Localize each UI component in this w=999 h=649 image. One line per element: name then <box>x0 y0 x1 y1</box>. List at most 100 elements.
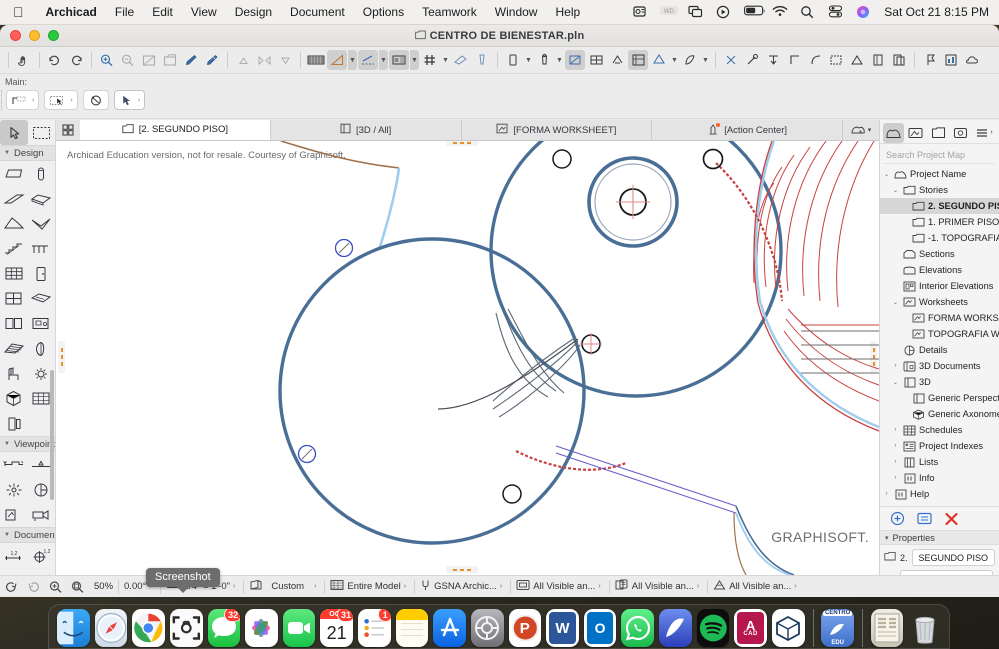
dock-notes[interactable] <box>395 609 429 647</box>
dock-powerpoint[interactable]: P <box>508 609 542 647</box>
model-view-options-arrow[interactable]: › <box>598 583 600 590</box>
pet-palette-group[interactable] <box>82 90 109 110</box>
shell-icon[interactable] <box>28 211 56 236</box>
control-center-icon[interactable] <box>828 5 843 19</box>
battery-icon[interactable] <box>744 5 765 19</box>
siri-icon[interactable] <box>856 5 871 19</box>
marquee-group-arrow[interactable]: › <box>32 97 34 104</box>
model-view-icon[interactable] <box>389 50 409 70</box>
palette-scrollbar[interactable] <box>50 370 54 500</box>
palette-section-viewpoint[interactable]: ▼ Viewpoint <box>0 436 55 452</box>
dock-app-store[interactable] <box>433 609 466 647</box>
orientation-value[interactable]: 0.00° <box>124 581 146 592</box>
furniture-icon[interactable] <box>0 361 28 386</box>
menu-edit[interactable]: Edit <box>143 0 182 25</box>
tree-twisty-icon[interactable]: › <box>891 475 900 481</box>
view-map-tab[interactable] <box>905 123 926 143</box>
dock-calendar[interactable]: OCT 21 31 <box>320 609 353 647</box>
opening-icon[interactable] <box>0 311 28 336</box>
undo-icon[interactable] <box>45 50 65 70</box>
selection-group-arrow[interactable]: › <box>70 97 72 104</box>
opening-tool-icon[interactable] <box>0 411 28 436</box>
menu-help[interactable]: Help <box>546 0 589 25</box>
dock-archicad-edu[interactable]: CENTRO EDU <box>821 609 854 647</box>
tree-item-details[interactable]: Details <box>880 342 999 358</box>
tree-item-1-topografia[interactable]: -1. TOPOGRAFIA <box>880 230 999 246</box>
partial-structure-value[interactable]: Entire Model <box>347 581 400 592</box>
tree-item-1-primer-piso[interactable]: 1. PRIMER PISO <box>880 214 999 230</box>
close-window-button[interactable] <box>10 30 21 41</box>
split-icon[interactable] <box>826 50 846 70</box>
tree-twisty-icon[interactable]: › <box>891 363 900 369</box>
story-name-field[interactable]: SEGUNDO PISO <box>911 549 995 566</box>
zone-icon[interactable] <box>28 311 56 336</box>
morph-caret-icon[interactable]: ▼ <box>670 50 679 70</box>
tab-options-button[interactable]: ▾ <box>843 120 879 140</box>
tree-item-generic-axonometry[interactable]: Generic Axonometry <box>880 406 999 422</box>
library-icon[interactable] <box>941 50 961 70</box>
cloud-icon[interactable] <box>962 50 982 70</box>
tree-item-worksheets[interactable]: ⌄ Worksheets <box>880 294 999 310</box>
dimension-icon[interactable]: 1,2 <box>0 543 28 568</box>
scale-arrow[interactable]: › <box>233 583 235 590</box>
tree-twisty-icon[interactable]: ⌄ <box>882 171 891 178</box>
beam-icon[interactable] <box>0 186 28 211</box>
marquee-group[interactable]: › <box>6 90 40 110</box>
level-dimension-icon[interactable]: 1,2 <box>0 568 28 575</box>
tab-segundo-piso[interactable]: [2. SEGUNDO PISO] <box>80 120 271 140</box>
settings-panel-icon[interactable] <box>917 511 932 526</box>
dock-sketchup[interactable] <box>771 609 805 647</box>
radial-dimension-icon[interactable]: 1,2 <box>28 543 56 568</box>
screen-sharing-icon[interactable] <box>632 5 647 19</box>
layer-settings-icon[interactable] <box>327 50 347 70</box>
skylight-icon[interactable] <box>28 286 56 311</box>
close-x-icon[interactable] <box>944 511 959 526</box>
tree-item-3d[interactable]: ⌄ 3D <box>880 374 999 390</box>
tree-item-forma-worksheet[interactable]: FORMA WORKSHEET <box>880 310 999 326</box>
tree-twisty-icon[interactable]: › <box>882 491 891 497</box>
align-top-icon[interactable] <box>763 50 783 70</box>
window-icon[interactable] <box>0 286 28 311</box>
layer-settings-caret-icon[interactable]: ▼ <box>348 50 357 70</box>
arrow-tool-group[interactable]: › <box>113 90 146 110</box>
pen-set-icon[interactable] <box>358 50 378 70</box>
dock-screenshot[interactable] <box>169 609 203 647</box>
solid-element-icon[interactable] <box>847 50 867 70</box>
elevate-icon[interactable] <box>868 50 888 70</box>
skylight-icon[interactable] <box>607 50 627 70</box>
window-icon[interactable] <box>586 50 606 70</box>
tree-item-project-indexes[interactable]: › Project Indexes <box>880 438 999 454</box>
penset-value[interactable]: GSNA Archic... <box>434 581 497 592</box>
trim-icon[interactable] <box>721 50 741 70</box>
zoom-level-value[interactable]: 50% <box>94 581 113 592</box>
morph-icon[interactable] <box>28 336 56 361</box>
pen-set-caret-icon[interactable]: ▼ <box>379 50 388 70</box>
properties-header[interactable]: ▾ Properties <box>880 530 999 545</box>
palette-section-design[interactable]: ▼ Design <box>0 145 55 161</box>
camera-icon[interactable] <box>28 502 56 527</box>
syringe-icon[interactable] <box>202 50 222 70</box>
palette-section-document[interactable]: ▼ Document <box>0 527 55 543</box>
dock-word[interactable]: W <box>546 609 579 647</box>
corner-icon[interactable] <box>784 50 804 70</box>
slab-icon[interactable] <box>28 186 56 211</box>
dock-settings[interactable] <box>470 609 504 647</box>
arrow-tool-group-arrow[interactable]: › <box>138 97 140 104</box>
zoom-out-icon[interactable] <box>118 50 138 70</box>
wall-caret-icon[interactable]: ▼ <box>524 50 533 70</box>
worksheet-icon[interactable] <box>0 502 28 527</box>
object-icon[interactable] <box>628 50 648 70</box>
plus-circle-icon[interactable] <box>890 511 905 526</box>
fillet-icon[interactable] <box>805 50 825 70</box>
tree-item-help[interactable]: › Help <box>880 486 999 502</box>
mesh-icon[interactable] <box>0 336 28 361</box>
stair-icon[interactable] <box>0 236 28 261</box>
apple-logo-icon[interactable]:  <box>0 1 37 23</box>
menu-teamwork[interactable]: Teamwork <box>413 0 486 25</box>
tree-twisty-icon[interactable]: › <box>891 459 900 465</box>
tree-item-elevations[interactable]: Elevations <box>880 262 999 278</box>
dock-autocad[interactable]: A CAD <box>734 609 767 647</box>
wifi-icon[interactable] <box>772 5 788 19</box>
tab-action-center[interactable]: [Action Center] <box>652 120 843 140</box>
door-icon[interactable] <box>28 261 56 286</box>
